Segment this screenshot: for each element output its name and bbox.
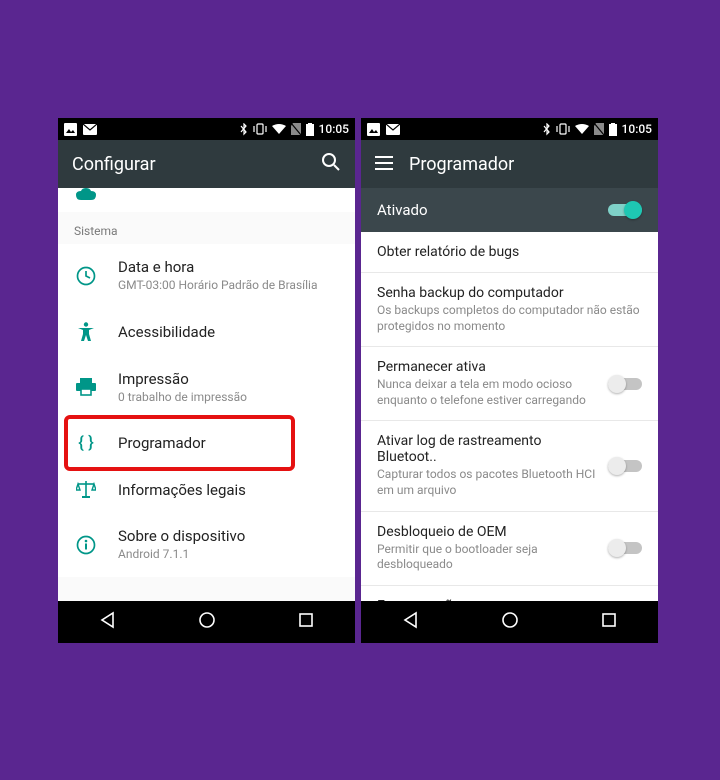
- square-recents-icon: [601, 612, 617, 628]
- list-item-subtitle: Nunca deixar a tela em modo ocioso enqua…: [377, 377, 598, 408]
- list-item-title: Senha backup do computador: [377, 285, 642, 301]
- nav-back-button[interactable]: [402, 611, 420, 633]
- search-button[interactable]: [321, 152, 341, 176]
- circle-home-icon: [501, 611, 519, 629]
- wifi-icon: [272, 124, 286, 135]
- settings-list[interactable]: — — — — — — — — — — Sistema Data e hora …: [58, 188, 355, 601]
- list-item-subtitle: Os backups completos do computador não e…: [377, 303, 642, 334]
- nav-recents-button[interactable]: [601, 612, 617, 632]
- mail-icon: [386, 124, 400, 135]
- list-item-bluetooth-hci[interactable]: Ativar log de rastreamento Bluetoot.. Ca…: [361, 421, 658, 511]
- nav-bar: [58, 601, 355, 643]
- printer-icon: [74, 378, 98, 396]
- accessibility-icon: [74, 322, 98, 342]
- wifi-icon: [575, 124, 589, 135]
- nav-home-button[interactable]: [198, 611, 216, 633]
- list-item-title: Ativar log de rastreamento Bluetoot..: [377, 433, 598, 465]
- list-item-running[interactable]: Em execução: [361, 586, 658, 601]
- circle-home-icon: [198, 611, 216, 629]
- status-time: 10:05: [622, 122, 652, 136]
- app-bar-title: Configurar: [72, 154, 156, 175]
- phone-left: 10:05 Configurar — — — — — — — — — — Sis…: [58, 118, 355, 643]
- list-item-oem-unlock[interactable]: Desbloqueio de OEM Permitir que o bootlo…: [361, 512, 658, 586]
- master-switch-label: Ativado: [377, 201, 428, 219]
- list-item-subtitle: 0 trabalho de impressão: [118, 390, 339, 406]
- list-item-legal[interactable]: Informações legais: [58, 467, 355, 513]
- list-item-title: Programador: [118, 434, 339, 452]
- braces-icon: { }: [74, 433, 98, 453]
- status-bar: 10:05: [361, 118, 658, 140]
- status-bar: 10:05: [58, 118, 355, 140]
- list-item-developer-options[interactable]: { } Programador: [58, 419, 355, 467]
- list-item-backup-password[interactable]: Senha backup do computador Os backups co…: [361, 273, 658, 347]
- list-item-title: Informações legais: [118, 481, 339, 499]
- app-bar: Programador: [361, 140, 658, 188]
- bluetooth-icon: [240, 123, 248, 136]
- menu-button[interactable]: [375, 155, 393, 174]
- list-item-title: — — — — — — — — — —: [118, 189, 288, 197]
- nav-home-button[interactable]: [501, 611, 519, 633]
- list-item-stay-awake[interactable]: Permanecer ativa Nunca deixar a tela em …: [361, 347, 658, 421]
- list-item-subtitle: Permitir que o bootloader seja desbloque…: [377, 542, 598, 573]
- toggle[interactable]: [608, 457, 642, 475]
- square-recents-icon: [298, 612, 314, 628]
- battery-icon: [609, 123, 617, 136]
- backup-icon: [74, 188, 98, 202]
- hamburger-icon: [375, 156, 393, 170]
- scale-icon: [74, 481, 98, 499]
- status-time: 10:05: [319, 122, 349, 136]
- list-item-subtitle: Android 7.1.1: [118, 547, 339, 563]
- search-icon: [321, 152, 341, 172]
- list-item-bug-report[interactable]: Obter relatório de bugs: [361, 232, 658, 273]
- no-sim-icon: [291, 123, 301, 135]
- toggle[interactable]: [608, 375, 642, 393]
- list-item-subtitle: GMT-03:00 Horário Padrão de Brasília: [118, 278, 339, 294]
- vibrate-icon: [556, 123, 570, 135]
- no-sim-icon: [594, 123, 604, 135]
- clock-icon: [74, 266, 98, 286]
- list-item-accessibility[interactable]: Acessibilidade: [58, 308, 355, 356]
- list-item-title: Obter relatório de bugs: [377, 244, 642, 260]
- mail-icon: [83, 124, 97, 135]
- battery-icon: [306, 123, 314, 136]
- list-item-title: Acessibilidade: [118, 323, 339, 341]
- list-item-printing[interactable]: Impressão 0 trabalho de impressão: [58, 356, 355, 420]
- list-item-title: Permanecer ativa: [377, 359, 598, 375]
- bluetooth-icon: [543, 123, 551, 136]
- triangle-back-icon: [402, 611, 420, 629]
- developer-options-list[interactable]: Obter relatório de bugs Senha backup do …: [361, 232, 658, 601]
- master-toggle[interactable]: [608, 201, 642, 219]
- section-header: Sistema: [58, 212, 355, 244]
- master-switch-row[interactable]: Ativado: [361, 188, 658, 232]
- image-icon: [367, 123, 380, 136]
- list-item[interactable]: — — — — — — — — — —: [58, 188, 355, 212]
- app-bar: Configurar: [58, 140, 355, 188]
- app-bar-title: Programador: [409, 154, 514, 175]
- triangle-back-icon: [99, 611, 117, 629]
- list-item-about[interactable]: Sobre o dispositivo Android 7.1.1: [58, 513, 355, 577]
- list-item-date-time[interactable]: Data e hora GMT-03:00 Horário Padrão de …: [58, 244, 355, 308]
- list-item-title: Desbloqueio de OEM: [377, 524, 598, 540]
- list-item-title: Impressão: [118, 370, 339, 388]
- nav-bar: [361, 601, 658, 643]
- nav-recents-button[interactable]: [298, 612, 314, 632]
- phone-right: 10:05 Programador Ativado Obter relatóri…: [361, 118, 658, 643]
- list-item-title: Sobre o dispositivo: [118, 527, 339, 545]
- image-icon: [64, 123, 77, 136]
- list-item-subtitle: Capturar todos os pacotes Bluetooth HCI …: [377, 467, 598, 498]
- nav-back-button[interactable]: [99, 611, 117, 633]
- info-icon: [74, 535, 98, 555]
- list-item-title: Data e hora: [118, 258, 339, 276]
- toggle[interactable]: [608, 539, 642, 557]
- vibrate-icon: [253, 123, 267, 135]
